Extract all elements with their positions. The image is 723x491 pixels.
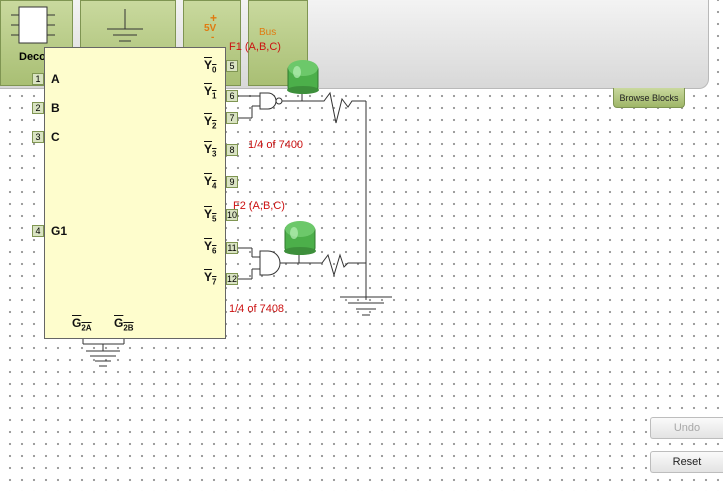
pin-5[interactable]: 5 xyxy=(226,60,238,72)
enable-g2b-label: G2B xyxy=(114,316,134,333)
nand-part-annotation: 1/4 of 7400 xyxy=(248,139,304,151)
and-gate-symbol[interactable] xyxy=(259,250,281,276)
reset-button[interactable]: Reset xyxy=(650,451,723,473)
pin-12[interactable]: 12 xyxy=(226,273,238,285)
led-f1-icon[interactable] xyxy=(287,60,319,94)
resistor-1[interactable] xyxy=(318,91,366,124)
nand-gate-symbol[interactable] xyxy=(259,92,277,110)
input-c-label: C xyxy=(51,130,60,144)
input-g1-label: G1 xyxy=(51,224,68,238)
decoder-74138-chip[interactable] xyxy=(44,47,226,339)
output-y5-label: Y5 xyxy=(204,207,217,224)
pin-3[interactable]: 3 xyxy=(32,131,44,143)
input-a-label: A xyxy=(51,72,60,86)
enable-g2a-label: G2A xyxy=(72,316,92,333)
pin-6[interactable]: 6 xyxy=(226,90,238,102)
output-y6-label: Y6 xyxy=(204,239,217,256)
nand-bubble xyxy=(275,97,283,105)
pin-9[interactable]: 9 xyxy=(226,176,238,188)
output-y4-label: Y4 xyxy=(204,174,217,191)
pin-8[interactable]: 8 xyxy=(226,144,238,156)
output-y3-label: Y3 xyxy=(204,142,217,159)
pin-7[interactable]: 7 xyxy=(226,112,238,124)
pin-1[interactable]: 1 xyxy=(32,73,44,85)
led-f2-icon[interactable] xyxy=(284,221,316,255)
undo-button[interactable]: Undo xyxy=(650,417,723,439)
pin-11[interactable]: 11 xyxy=(226,242,238,254)
resistor-2[interactable] xyxy=(318,253,366,277)
output-y0-label: Y0 xyxy=(204,58,217,75)
input-b-label: B xyxy=(51,101,60,115)
f2-annotation: F2 (A,B,C) xyxy=(233,200,285,212)
f1-annotation: F1 (A,B,C) xyxy=(229,41,281,53)
output-y7-label: Y7 xyxy=(204,270,217,287)
output-y1-label: Y1 xyxy=(204,84,217,101)
pin-2[interactable]: 2 xyxy=(32,102,44,114)
and-part-annotation: 1/4 of 7408 xyxy=(229,303,285,315)
output-y2-label: Y2 xyxy=(204,114,217,131)
pin-4[interactable]: 4 xyxy=(32,225,44,237)
